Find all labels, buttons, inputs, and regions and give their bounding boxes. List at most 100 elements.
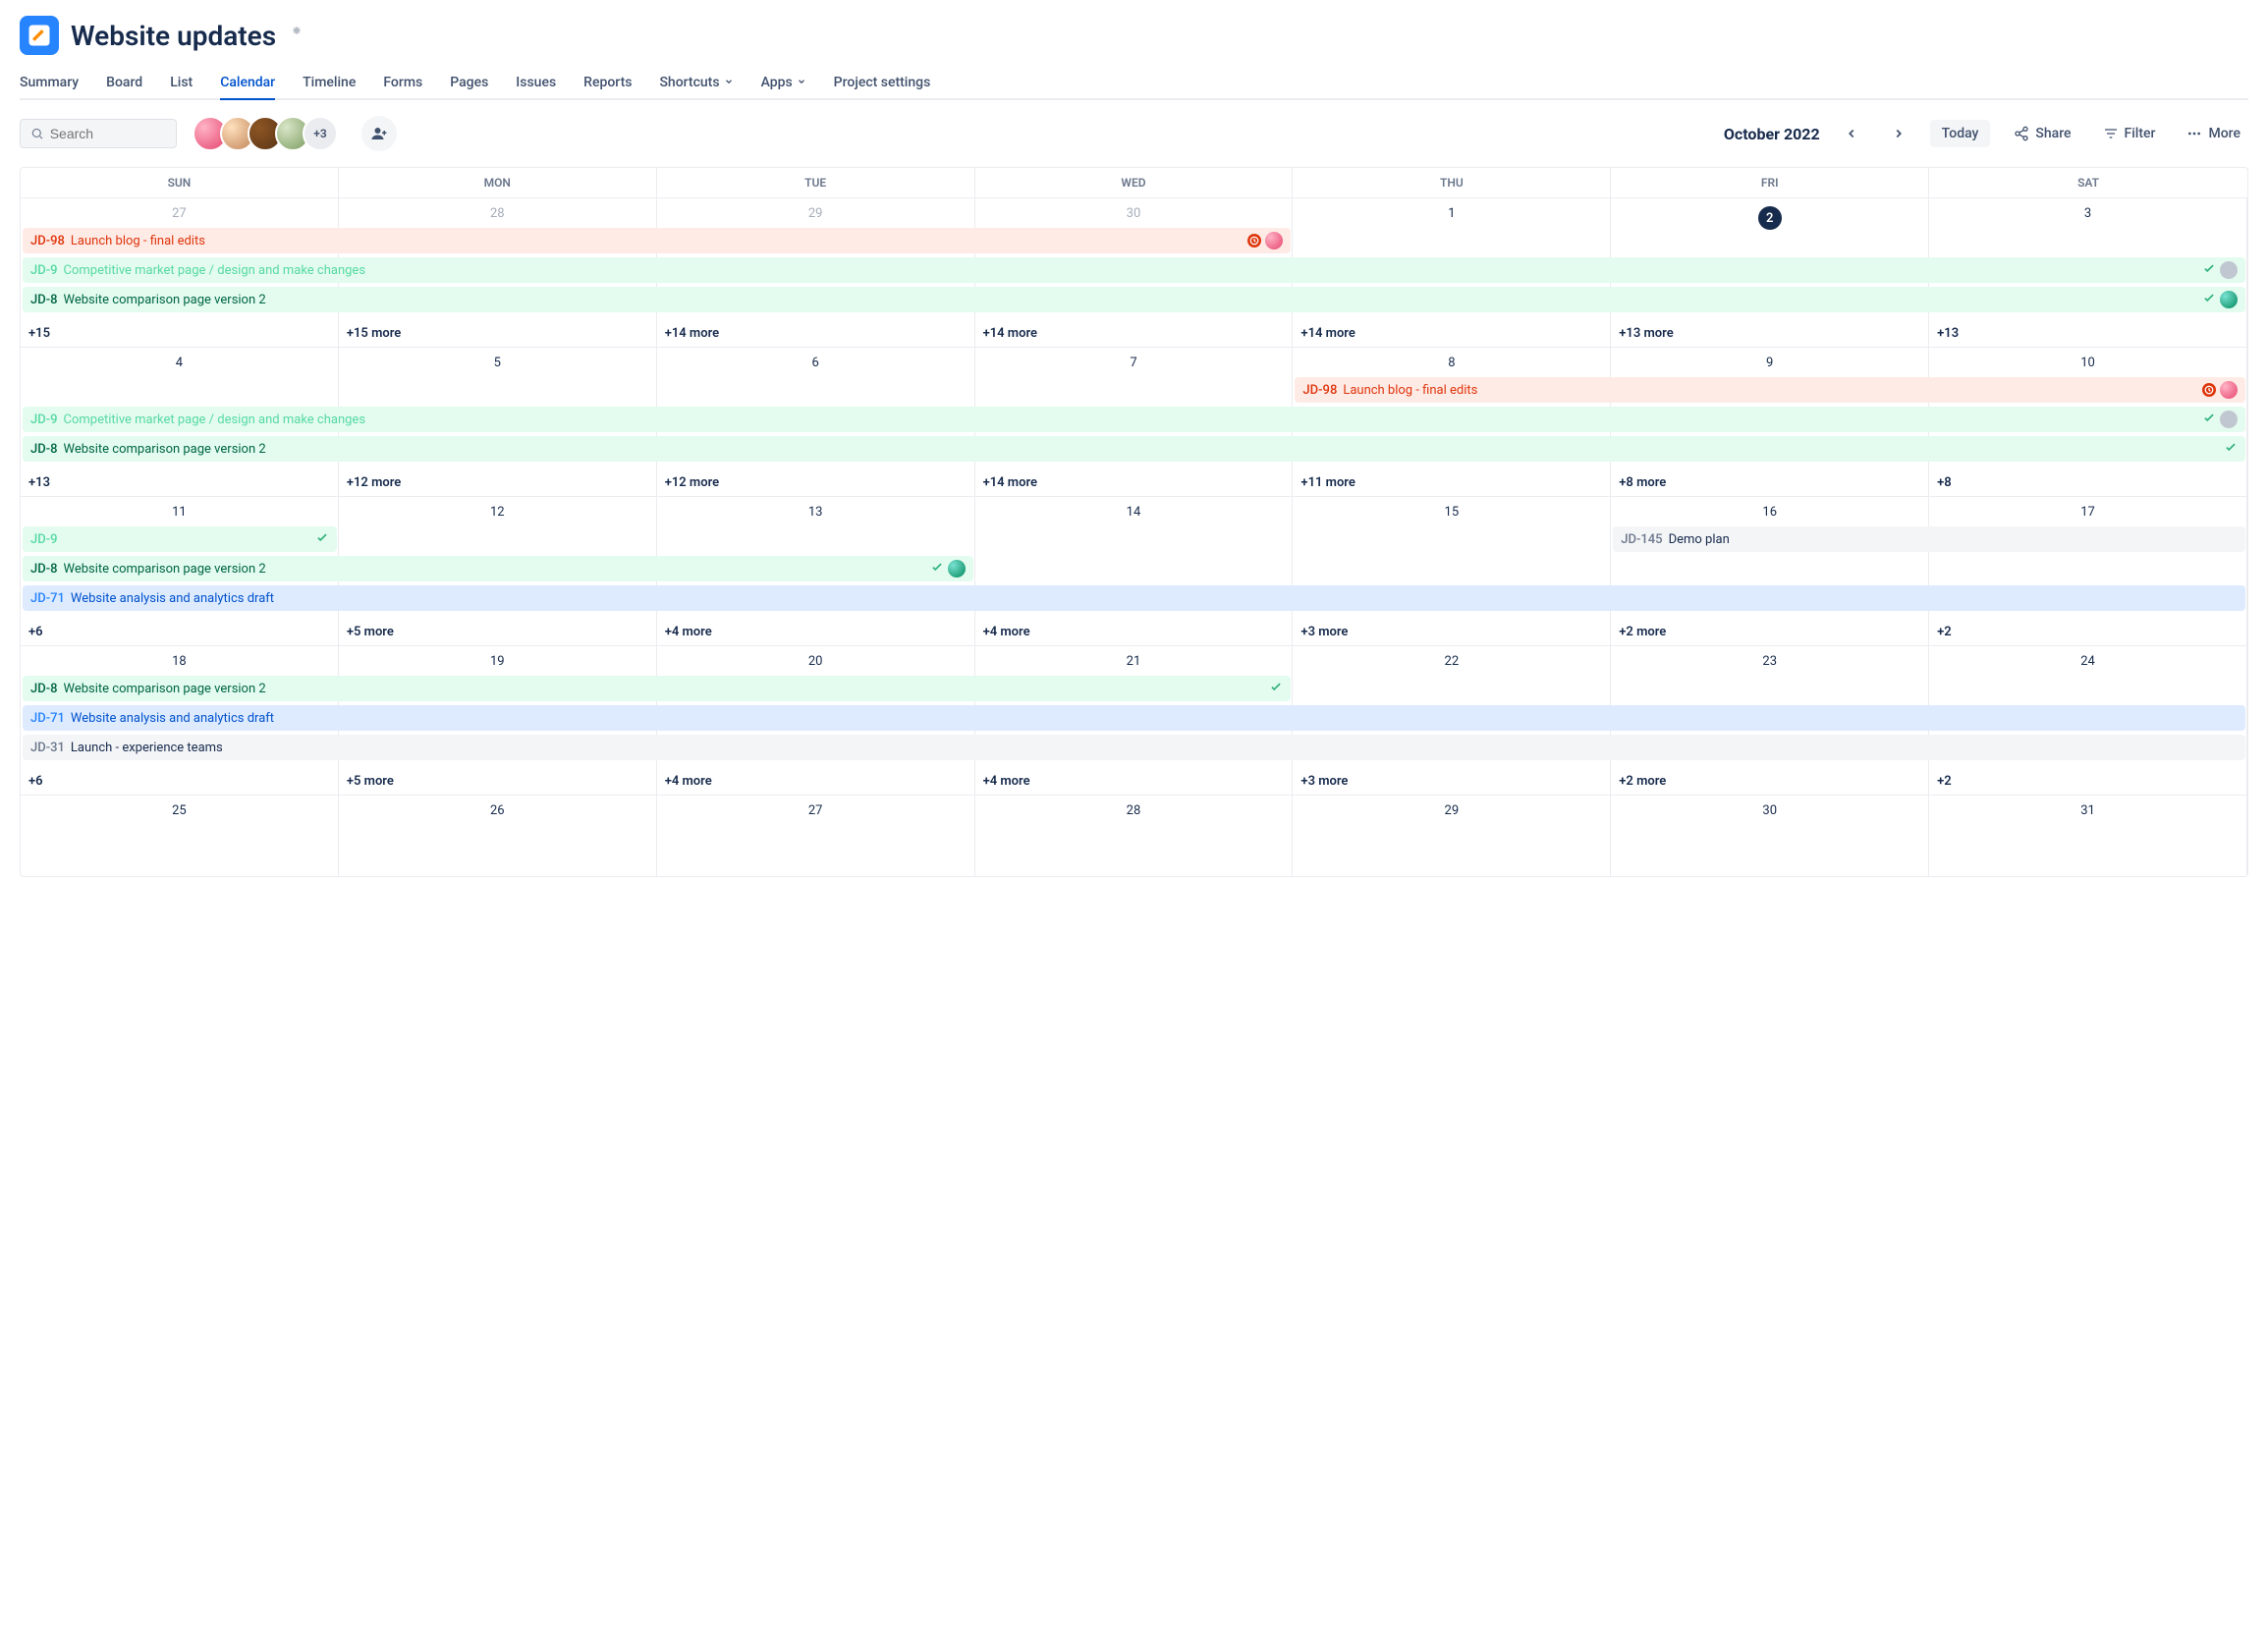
more-events-link[interactable]: +4 more [975, 772, 1294, 791]
more-events-link[interactable]: +5 more [339, 772, 657, 791]
day-cell[interactable]: 29 [1293, 796, 1611, 876]
more-events-link[interactable]: +13 [21, 473, 339, 492]
issue-title: Website comparison page version 2 [64, 682, 1264, 696]
day-number: 19 [347, 650, 648, 675]
assignee-avatars[interactable]: +3 [193, 116, 338, 151]
more-events-link[interactable]: +12 more [339, 473, 657, 492]
tab-pages[interactable]: Pages [450, 67, 488, 98]
more-events-link[interactable]: +6 [21, 623, 339, 641]
day-number: 18 [28, 650, 330, 675]
calendar-event[interactable]: JD-71Website analysis and analytics draf… [23, 585, 2245, 611]
more-events-link[interactable]: +4 more [975, 623, 1294, 641]
weekday-header: FRI [1611, 168, 1929, 198]
more-events-link[interactable]: +5 more [339, 623, 657, 641]
more-events-link[interactable]: +3 more [1293, 623, 1611, 641]
filter-button[interactable]: Filter [2095, 120, 2164, 147]
calendar-event[interactable]: JD-145Demo plan [1613, 526, 2245, 552]
share-button[interactable]: Share [2006, 120, 2078, 147]
more-events-link[interactable]: +14 more [657, 324, 975, 343]
day-number: 13 [665, 501, 967, 525]
more-events-link[interactable]: +3 more [1293, 772, 1611, 791]
calendar-event[interactable]: JD-31 Launch - experience teams [23, 735, 2245, 760]
weekday-header: WED [975, 168, 1294, 198]
more-events-link[interactable]: +8 [1929, 473, 2247, 492]
calendar-event[interactable]: JD-8Website comparison page version 2 [23, 287, 2245, 312]
more-events-link[interactable]: +14 more [975, 473, 1294, 492]
issue-key: JD-31 [30, 741, 65, 755]
tab-board[interactable]: Board [106, 67, 142, 98]
issue-title: Website comparison page version 2 [64, 442, 2218, 457]
tab-list[interactable]: List [170, 67, 193, 98]
more-events-link[interactable]: +11 more [1293, 473, 1611, 492]
day-number: 24 [1937, 650, 2239, 675]
more-events-link[interactable]: +14 more [975, 324, 1294, 343]
check-icon [315, 530, 329, 548]
day-cell[interactable]: 28 [975, 796, 1294, 876]
tab-label: Timeline [303, 75, 356, 90]
tab-label: Shortcuts [659, 75, 719, 90]
tab-shortcuts[interactable]: Shortcuts [659, 67, 733, 98]
more-events-link[interactable]: +12 more [657, 473, 975, 492]
more-icon [2186, 126, 2202, 141]
calendar-event[interactable]: JD-98Launch blog - final edits [1295, 377, 2245, 403]
more-events-link[interactable]: +14 more [1293, 324, 1611, 343]
more-events-link[interactable]: +2 more [1611, 623, 1929, 641]
assignee-avatar [2220, 381, 2238, 399]
day-cell[interactable]: 30 [1611, 796, 1929, 876]
search-input-wrap[interactable] [20, 119, 177, 148]
day-cell[interactable]: 27 [657, 796, 975, 876]
more-events-link[interactable]: +2 [1929, 623, 2247, 641]
calendar-event[interactable]: JD-8Website comparison page version 2 [23, 556, 973, 581]
assignee-avatar [2220, 411, 2238, 428]
issue-key: JD-9 [30, 412, 58, 427]
day-cell[interactable]: 26 [339, 796, 657, 876]
more-events-link[interactable]: +4 more [657, 772, 975, 791]
more-events-link[interactable]: +4 more [657, 623, 975, 641]
tab-reports[interactable]: Reports [583, 67, 632, 98]
calendar-grid: SUNMONTUEWEDTHUFRISAT 27282930123JD-98La… [20, 167, 2248, 877]
tab-project-settings[interactable]: Project settings [834, 67, 931, 98]
assignee-avatar [2220, 291, 2238, 308]
day-number: 28 [983, 799, 1285, 824]
calendar-event[interactable]: JD-8Website comparison page version 2 [23, 676, 1291, 701]
calendar-event[interactable]: JD-98Launch blog - final edits [23, 228, 1291, 253]
more-events-link[interactable]: +13 more [1611, 324, 1929, 343]
calendar-event[interactable]: JD-9 [23, 526, 337, 552]
issue-title: Launch - experience teams [71, 741, 2232, 755]
day-cell[interactable]: 31 [1929, 796, 2247, 876]
add-people-button[interactable] [361, 116, 397, 151]
tab-calendar[interactable]: Calendar [220, 67, 275, 98]
tab-timeline[interactable]: Timeline [303, 67, 356, 98]
more-events-link[interactable]: +15 [21, 324, 339, 343]
issue-key: JD-71 [30, 591, 65, 606]
calendar-event[interactable]: JD-71Website analysis and analytics draf… [23, 705, 2245, 731]
avatar-overflow[interactable]: +3 [303, 116, 338, 151]
today-button[interactable]: Today [1930, 120, 1991, 147]
search-input[interactable] [50, 126, 166, 141]
next-month-button[interactable] [1883, 118, 1914, 149]
more-events-link[interactable]: +2 more [1611, 772, 1929, 791]
day-number: 16 [1619, 501, 1920, 525]
tab-issues[interactable]: Issues [516, 67, 556, 98]
day-cell[interactable]: 25 [21, 796, 339, 876]
calendar-event[interactable]: JD-8Website comparison page version 2 [23, 436, 2245, 462]
calendar-event[interactable]: JD-9Competitive market page / design and… [23, 407, 2245, 432]
tab-summary[interactable]: Summary [20, 67, 79, 98]
more-events-link[interactable]: +6 [21, 772, 339, 791]
day-number: 21 [983, 650, 1285, 675]
prev-month-button[interactable] [1836, 118, 1867, 149]
issue-key: JD-8 [30, 562, 58, 577]
tab-apps[interactable]: Apps [761, 67, 806, 98]
more-events-link[interactable]: +15 more [339, 324, 657, 343]
more-events-link[interactable]: +2 [1929, 772, 2247, 791]
day-number: 14 [983, 501, 1285, 525]
customize-icon[interactable] [288, 25, 305, 46]
calendar-event[interactable]: JD-9Competitive market page / design and… [23, 257, 2245, 283]
more-button[interactable]: More [2179, 120, 2248, 147]
check-icon [1269, 680, 1283, 697]
more-events-link[interactable]: +8 more [1611, 473, 1929, 492]
day-number: 31 [1937, 799, 2239, 824]
tab-forms[interactable]: Forms [383, 67, 422, 98]
more-events-link[interactable]: +13 [1929, 324, 2247, 343]
check-icon [930, 560, 944, 578]
